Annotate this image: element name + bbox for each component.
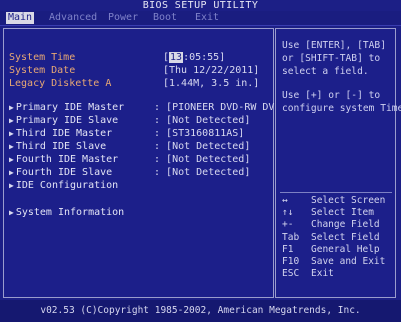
key-select-item-desc: Select Item — [311, 207, 374, 218]
menu-exit[interactable]: Exit — [193, 12, 221, 24]
drive-value-text: [PIONEER DVD-RW DV] — [166, 102, 281, 113]
key-select-screen: ↔ — [282, 195, 288, 206]
drive-label: Third IDE Slave — [15, 141, 107, 152]
key-select-item: ↑↓ — [282, 207, 294, 218]
submenu-arrow-icon: ▶ — [9, 181, 14, 190]
menu-main[interactable]: Main — [6, 12, 35, 24]
ide-configuration-label: IDE Configuration — [15, 180, 119, 191]
drive-value: : [Not Detected] — [154, 115, 251, 126]
drive-value: : [Not Detected] — [154, 141, 251, 152]
submenu-arrow-icon: ▶ — [9, 129, 14, 138]
drive-label: Primary IDE Slave — [15, 115, 119, 126]
key-select-field-desc: Select Field — [311, 232, 380, 243]
drive-label: Fourth IDE Slave — [15, 167, 113, 178]
submenu-arrow-icon: ▶ — [9, 208, 14, 217]
drive-row-1[interactable]: ▶ Primary IDE Slave — [9, 115, 118, 127]
key-general-help-desc: General Help — [311, 244, 380, 255]
submenu-arrow-icon: ▶ — [9, 168, 14, 177]
drive-value: : [PIONEER DVD-RW DV] — [154, 102, 281, 113]
drive-value: : [ST3160811AS] — [154, 128, 245, 139]
system-time-hour-field[interactable]: 13 — [169, 52, 184, 63]
system-date-value[interactable]: [Thu 12/22/2011] — [163, 65, 259, 77]
drive-value-text: [Not Detected] — [166, 141, 251, 152]
submenu-arrow-icon: ▶ — [9, 103, 14, 112]
system-time-row[interactable]: System Time — [9, 52, 75, 64]
menu-power[interactable]: Power — [106, 12, 140, 24]
drive-label: Third IDE Master — [15, 128, 113, 139]
submenu-arrow-icon: ▶ — [9, 116, 14, 125]
drive-row-0[interactable]: ▶ Primary IDE Master — [9, 102, 124, 114]
help-line-3: select a field. — [282, 66, 369, 77]
drive-label: Fourth IDE Master — [15, 154, 119, 165]
system-time-rest: :05:55] — [183, 52, 226, 63]
menu-bar: Main Advanced Power Boot Exit — [0, 11, 401, 26]
submenu-arrow-icon: ▶ — [9, 142, 14, 151]
drive-label: Primary IDE Master — [15, 102, 125, 113]
drive-value: : [Not Detected] — [154, 167, 251, 178]
key-select-field: Tab — [282, 232, 300, 243]
drive-row-5[interactable]: ▶ Fourth IDE Slave — [9, 167, 112, 179]
key-exit: ESC — [282, 268, 300, 279]
menu-advanced[interactable]: Advanced — [47, 12, 99, 24]
help-divider — [280, 192, 392, 193]
drive-value-text: [Not Detected] — [166, 154, 251, 165]
key-change-field-desc: Change Field — [311, 219, 380, 230]
drive-value-text: [Not Detected] — [166, 115, 251, 126]
drive-row-4[interactable]: ▶ Fourth IDE Master — [9, 154, 118, 166]
submenu-arrow-icon: ▶ — [9, 155, 14, 164]
help-line-5: configure system Time. — [282, 103, 401, 114]
key-general-help: F1 — [282, 244, 294, 255]
legacy-diskette-value[interactable]: [1.44M, 3.5 in.] — [163, 78, 259, 90]
help-panel: Use [ENTER], [TAB] or [SHIFT-TAB] to sel… — [275, 28, 401, 298]
system-information-item[interactable]: ▶ System Information — [9, 207, 124, 219]
drive-value-text: [Not Detected] — [166, 167, 251, 178]
legacy-diskette-row[interactable]: Legacy Diskette A — [9, 78, 111, 90]
help-line-4: Use [+] or [-] to — [282, 90, 381, 101]
help-line-1: Use [ENTER], [TAB] — [282, 40, 386, 51]
copyright-footer: v02.53 (C)Copyright 1985-2002, American … — [0, 300, 401, 322]
system-time-label: System Time — [9, 52, 76, 63]
drive-value-text: [ST3160811AS] — [166, 128, 245, 139]
bios-screen: BIOS SETUP UTILITY Main Advanced Power B… — [0, 0, 401, 322]
system-information-label: System Information — [15, 207, 125, 218]
drive-row-2[interactable]: ▶ Third IDE Master — [9, 128, 112, 140]
key-save-exit: F10 — [282, 256, 300, 267]
drive-row-3[interactable]: ▶ Third IDE Slave — [9, 141, 106, 153]
bios-title: BIOS SETUP UTILITY — [0, 0, 401, 11]
drive-value: : [Not Detected] — [154, 154, 251, 165]
key-exit-desc: Exit — [311, 268, 334, 279]
key-select-screen-desc: Select Screen — [311, 195, 386, 206]
system-date-label: System Date — [9, 65, 76, 76]
system-date-row[interactable]: System Date — [9, 65, 75, 77]
main-settings-panel: System Time [13:05:55] System Date [Thu … — [3, 28, 280, 298]
key-save-exit-desc: Save and Exit — [311, 256, 386, 267]
ide-configuration-item[interactable]: ▶ IDE Configuration — [9, 180, 118, 192]
menu-boot[interactable]: Boot — [151, 12, 179, 24]
help-line-2: or [SHIFT-TAB] to — [282, 53, 381, 64]
key-change-field: +- — [282, 219, 294, 230]
system-time-value[interactable]: [13:05:55] — [163, 52, 225, 64]
legacy-diskette-label: Legacy Diskette A — [9, 78, 112, 89]
